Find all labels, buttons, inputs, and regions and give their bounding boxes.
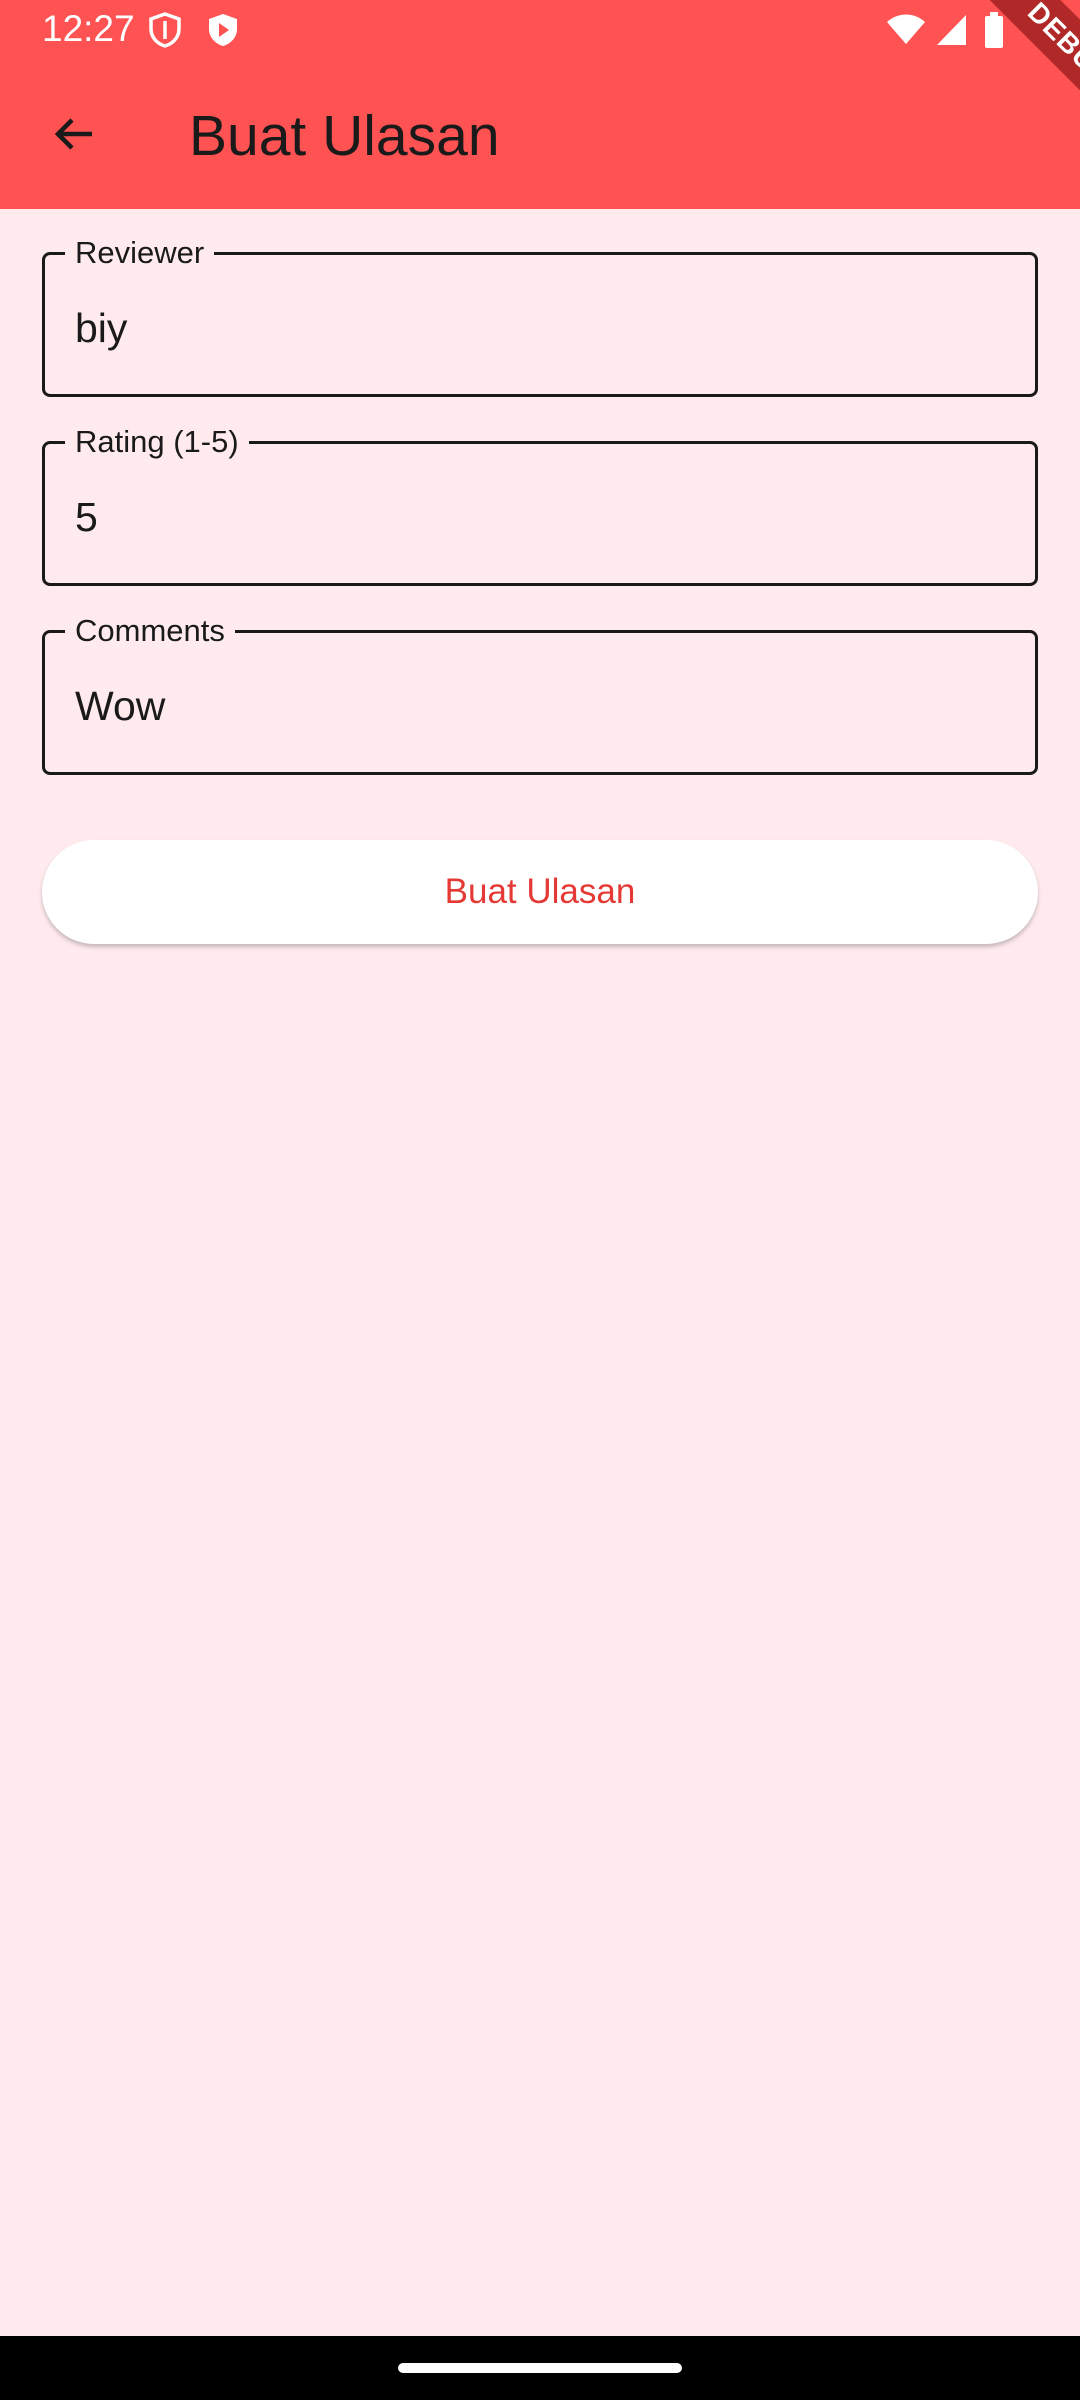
submit-review-button[interactable]: Buat Ulasan	[42, 840, 1038, 944]
reviewer-field-label: Reviewer	[65, 233, 215, 273]
vpn-shield-icon	[148, 12, 182, 53]
home-gesture-handle[interactable]	[398, 2363, 682, 2373]
reviewer-field[interactable]: Reviewer biy	[42, 233, 1038, 397]
arrow-back-icon	[50, 110, 98, 163]
status-time: 12:27	[42, 8, 135, 49]
rating-field[interactable]: Rating (1-5) 5	[42, 422, 1038, 586]
system-nav-bar	[0, 2336, 1080, 2400]
rating-field-label: Rating (1-5)	[65, 422, 249, 462]
comments-field-label: Comments	[65, 611, 235, 651]
rating-field-value: 5	[75, 494, 98, 540]
app-bar: 12:27 Buat Ulasan DEBUG	[0, 0, 1080, 209]
play-shield-icon	[206, 12, 240, 53]
battery-icon	[984, 12, 1004, 53]
page-title: Buat Ulasan	[189, 104, 500, 168]
comments-field-value: Wow	[75, 683, 166, 729]
reviewer-field-value: biy	[75, 305, 128, 351]
back-button[interactable]	[34, 100, 114, 172]
wifi-icon	[886, 14, 926, 51]
comments-field[interactable]: Comments Wow	[42, 611, 1038, 775]
status-bar: 12:27	[0, 0, 1080, 60]
signal-icon	[936, 14, 968, 51]
